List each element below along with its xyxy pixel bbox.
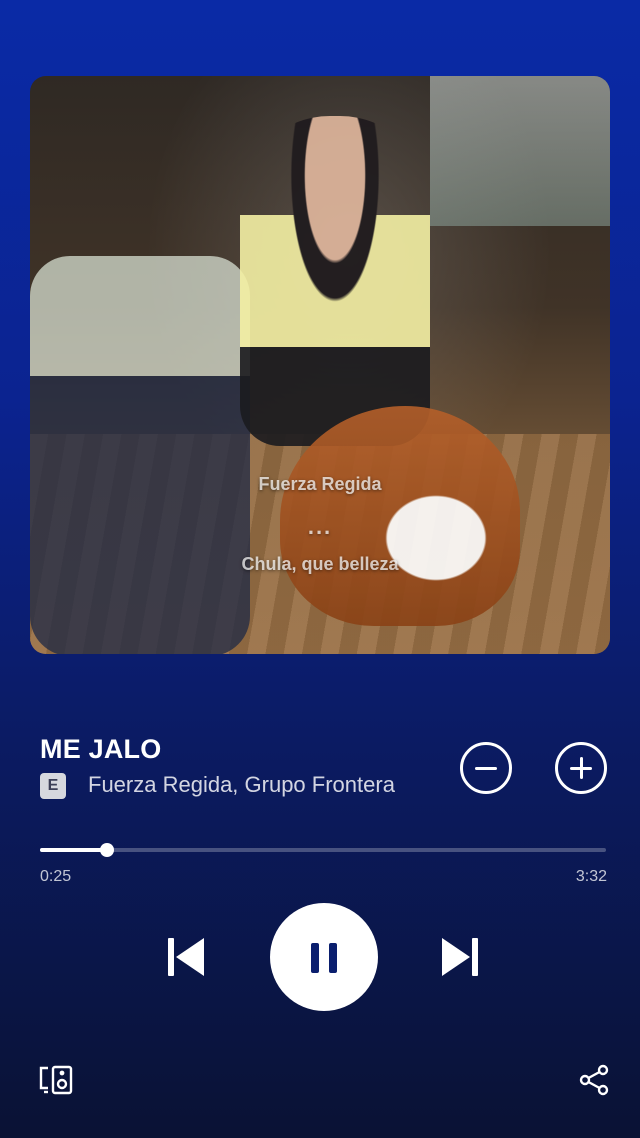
explicit-badge: E — [40, 773, 66, 799]
progress-thumb[interactable] — [99, 843, 114, 857]
skip-next-icon — [442, 938, 478, 976]
lyric-line-current: ... — [307, 514, 333, 539]
lyric-line-previous: Fuerza Regida — [258, 474, 382, 494]
album-artwork: Fuerza Regida ... Chula, que belleza — [30, 76, 610, 654]
connect-devices-icon — [39, 1065, 73, 1095]
share-icon — [579, 1064, 609, 1096]
next-track-button[interactable] — [440, 936, 480, 978]
remove-circle-icon — [475, 766, 497, 770]
progress-bar[interactable] — [40, 843, 606, 857]
remove-from-library-button[interactable] — [460, 742, 512, 794]
artwork-window — [430, 76, 610, 226]
lyric-line-next: Chula, que belleza — [241, 554, 399, 574]
share-button[interactable] — [578, 1064, 610, 1096]
track-title[interactable]: ME JALO — [40, 734, 161, 765]
connect-devices-button[interactable] — [38, 1064, 74, 1096]
artwork-child — [240, 116, 430, 446]
progress-fill — [40, 848, 107, 852]
elapsed-time: 0:25 — [40, 868, 72, 885]
pause-button[interactable] — [270, 903, 378, 1011]
track-artists[interactable]: Fuerza Regida, Grupo Frontera — [88, 772, 413, 798]
artwork-adult — [30, 256, 250, 654]
total-time: 3:32 — [575, 868, 607, 885]
add-to-library-button[interactable] — [555, 742, 607, 794]
previous-track-button[interactable] — [166, 936, 206, 978]
skip-previous-icon — [168, 938, 204, 976]
